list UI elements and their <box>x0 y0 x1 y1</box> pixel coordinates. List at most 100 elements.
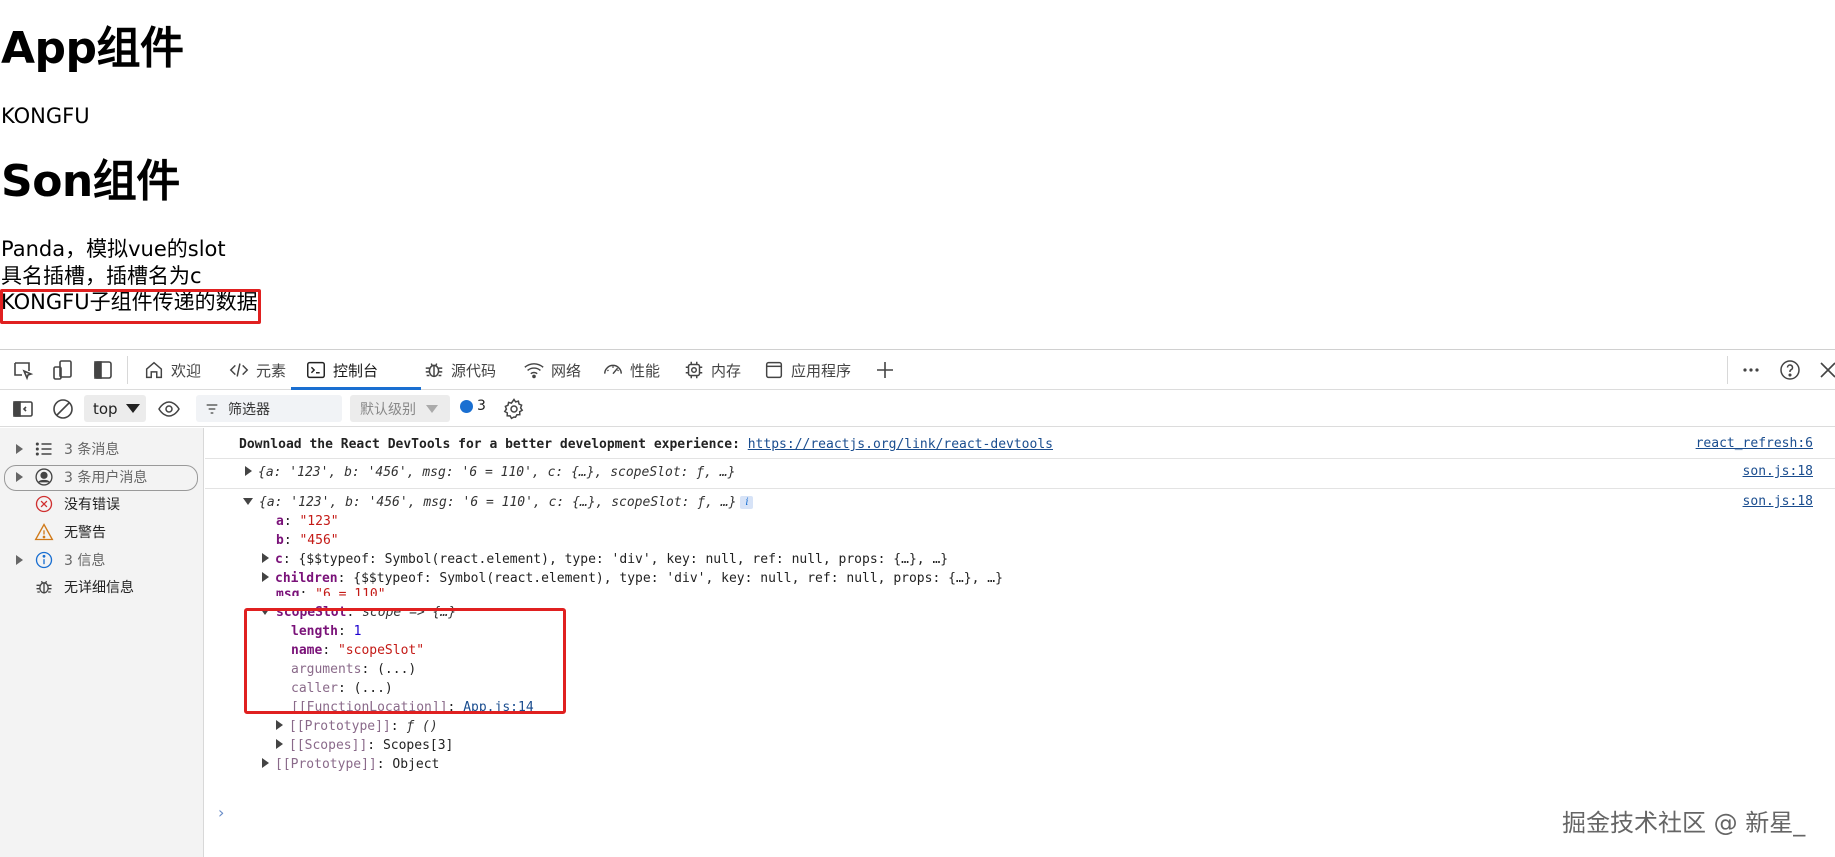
sidebar-item-errors[interactable]: 没有错误 <box>0 491 204 517</box>
console-message-object-expanded[interactable]: {a: '123', b: '456', msg: '6 = 110', c: … <box>243 494 754 512</box>
tab-elements-label: 元素 <box>256 361 287 380</box>
highlight-box <box>0 289 261 324</box>
watermark: 掘金技术社区 @ 新星_ <box>1562 809 1806 837</box>
warning-icon <box>34 523 54 541</box>
slot-line-2: 具名插槽，插槽名为c <box>1 264 202 288</box>
tab-network-label: 网络 <box>551 361 582 380</box>
expand-arrow-icon[interactable] <box>245 466 252 476</box>
inspect-element-icon[interactable] <box>11 358 35 382</box>
log-level-select[interactable]: 默认级别 <box>350 395 450 422</box>
tab-elements[interactable]: 元素 <box>228 350 286 390</box>
tab-application[interactable]: 应用程序 <box>763 350 851 390</box>
tab-memory[interactable]: 内存 <box>683 350 741 390</box>
react-devtools-link[interactable]: https://reactjs.org/link/react-devtools <box>748 437 1053 452</box>
object-preview: {a: '123', b: '456', msg: '6 = 110', c: … <box>259 495 737 510</box>
son-heading: Son组件 <box>1 156 180 207</box>
source-link-son-js-2[interactable]: son.js:18 <box>1743 494 1813 509</box>
source-link-son-js-1[interactable]: son.js:18 <box>1743 464 1813 479</box>
log-level-value: 默认级别 <box>360 401 416 418</box>
prop-prototype-object[interactable]: [[Prototype]]: Object <box>262 756 439 774</box>
tab-console[interactable]: 控制台 <box>291 350 421 390</box>
info-icon <box>35 551 53 569</box>
prop-key: msg <box>276 587 300 596</box>
expand-arrow-icon[interactable] <box>262 758 269 768</box>
prop-value: Object <box>392 757 440 772</box>
window-icon <box>765 361 783 379</box>
filter-icon <box>206 403 218 414</box>
message-divider <box>205 488 1835 489</box>
console-icon <box>307 361 325 379</box>
prop-a: a: "123" <box>276 514 339 529</box>
tab-welcome-label: 欢迎 <box>171 361 202 380</box>
console-settings-gear-icon[interactable] <box>502 397 526 421</box>
chip-icon <box>685 361 703 379</box>
filter-input[interactable]: 筛选器 <box>196 395 342 422</box>
list-icon <box>35 442 52 456</box>
prop-prototype-fn[interactable]: [[Prototype]]: ƒ () <box>276 718 438 736</box>
error-icon <box>35 495 53 513</box>
prop-scopes[interactable]: [[Scopes]]: Scopes[3] <box>276 737 453 755</box>
prop-value: Scopes[3] <box>382 738 454 753</box>
dock-side-icon[interactable] <box>91 358 115 382</box>
expand-arrow-icon[interactable] <box>262 572 269 582</box>
sidebar-item-info[interactable]: 3 信息 <box>0 547 204 573</box>
tab-network[interactable]: 网络 <box>523 350 581 390</box>
slot-line-1: Panda，模拟vue的slot <box>1 237 226 261</box>
expand-arrow-icon[interactable] <box>276 720 283 730</box>
prop-key: a <box>276 514 284 529</box>
more-options-icon[interactable] <box>1739 358 1763 382</box>
sidebar-item-messages[interactable]: 3 条消息 <box>0 436 204 462</box>
context-select-value: top <box>93 399 118 418</box>
expand-arrow-icon[interactable] <box>262 553 269 563</box>
wifi-icon <box>524 363 544 379</box>
console-message-object-collapsed[interactable]: {a: '123', b: '456', msg: '6 = 110', c: … <box>245 464 735 482</box>
sidebar-item-warnings-label: 无警告 <box>64 525 106 541</box>
tab-welcome[interactable]: 欢迎 <box>143 350 201 390</box>
message-divider <box>205 458 1835 459</box>
issues-counter[interactable]: 3 <box>460 398 486 414</box>
help-icon[interactable] <box>1778 358 1802 382</box>
prop-value: "6 = 110" <box>315 587 386 596</box>
source-link-react-refresh[interactable]: react_refresh:6 <box>1696 436 1813 451</box>
prop-c[interactable]: c: {$$typeof: Symbol(react.element), typ… <box>262 551 948 569</box>
issues-count: 3 <box>477 398 486 414</box>
chevron-down-icon <box>426 404 438 413</box>
sidebar-item-user-messages[interactable]: 3 条用户消息 <box>0 464 204 491</box>
sidebar-item-verbose[interactable]: 无详细信息 <box>0 574 204 600</box>
prop-value: {$$typeof: Symbol(react.element), type: … <box>353 571 1003 586</box>
expand-arrow-icon[interactable] <box>16 472 23 482</box>
close-devtools-icon[interactable] <box>1816 358 1835 382</box>
clear-console-icon[interactable] <box>51 397 75 421</box>
toggle-sidebar-icon[interactable] <box>11 397 35 421</box>
tab-sources[interactable]: 源代码 <box>423 350 496 390</box>
tabbar-separator-right <box>1727 356 1728 384</box>
add-tab-icon[interactable] <box>873 358 897 382</box>
prop-key: b <box>276 533 284 548</box>
console-message-devtools-tip: Download the React DevTools for a better… <box>239 436 1053 454</box>
tab-performance[interactable]: 性能 <box>602 350 660 390</box>
gauge-icon <box>604 364 622 375</box>
devtools-tip-text: Download the React DevTools for a better… <box>239 437 748 452</box>
expand-arrow-icon[interactable] <box>276 739 283 749</box>
info-badge-icon[interactable]: i <box>740 496 754 509</box>
rendered-page: App组件 KONGFU Son组件 Panda，模拟vue的slot 具名插槽… <box>0 0 1835 350</box>
tab-application-label: 应用程序 <box>791 361 852 380</box>
tabbar-separator <box>127 356 128 384</box>
context-select[interactable]: top <box>84 395 146 422</box>
console-prompt-chevron-icon[interactable]: › <box>218 803 224 822</box>
expand-arrow-icon[interactable] <box>16 555 23 565</box>
expand-arrow-icon[interactable] <box>16 444 23 454</box>
device-emulation-icon[interactable] <box>51 358 75 382</box>
sidebar-item-messages-label: 3 条消息 <box>64 442 120 458</box>
sidebar-item-warnings[interactable]: 无警告 <box>0 519 204 545</box>
message-bubble-icon <box>460 399 473 413</box>
prop-value: "456" <box>299 533 339 548</box>
collapse-arrow-icon[interactable] <box>243 498 253 505</box>
code-icon <box>229 363 249 377</box>
filter-placeholder: 筛选器 <box>228 401 270 418</box>
prop-msg: msg: "6 = 110" <box>276 586 386 596</box>
console-sidebar: 3 条消息 3 条用户消息 没有错误 无警告 3 信息 无详细信息 <box>0 428 204 857</box>
devtools-panel: 欢迎 元素 控制台 源代码 网络 性能 内存 应用程序 top 筛选器 默认级别… <box>0 350 1835 857</box>
live-expression-eye-icon[interactable] <box>157 397 181 421</box>
tab-memory-label: 内存 <box>711 361 742 380</box>
